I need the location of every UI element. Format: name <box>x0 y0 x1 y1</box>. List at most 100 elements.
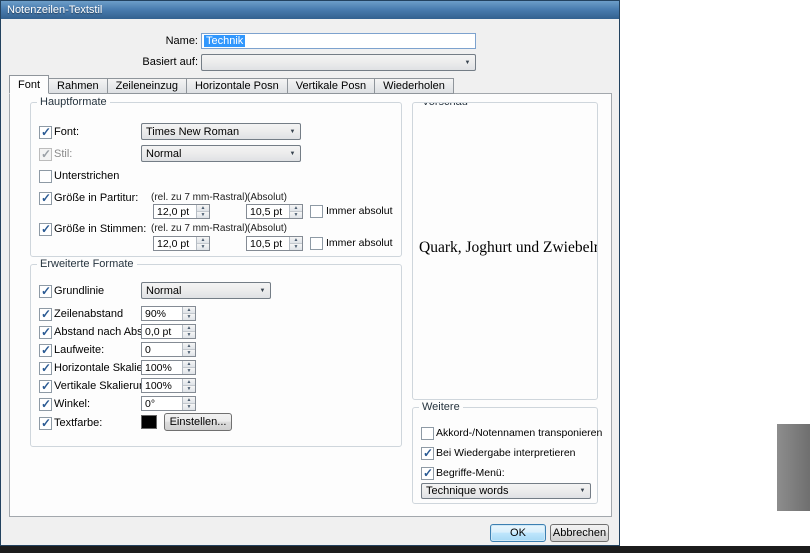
tab-vertikale-posn[interactable]: Vertikale Posn <box>286 78 376 94</box>
text-color-label[interactable]: Textfarbe: <box>54 417 102 430</box>
spinner-down-button[interactable]: ▼ <box>183 314 195 320</box>
tab-zeileneinzug[interactable]: Zeileneinzug <box>106 78 187 94</box>
spinner-up-button[interactable]: ▲ <box>183 379 195 386</box>
horizontal-scale-spinner[interactable]: 100% ▲ ▼ <box>141 360 196 375</box>
tab-rahmen[interactable]: Rahmen <box>48 78 108 94</box>
spinner-up-button[interactable]: ▲ <box>183 343 195 350</box>
word-menu-dropdown[interactable]: Technique words ▼ <box>421 483 591 499</box>
line-spacing-label[interactable]: Zeilenabstand <box>54 308 123 321</box>
score-size-rel-hint: (rel. zu 7 mm-Rastral) <box>151 192 248 203</box>
group-weitere: Weitere Akkord-/Notennamen transponieren… <box>412 401 602 504</box>
name-input-value: Technik <box>204 35 246 47</box>
tracking-spinner[interactable]: 0 ▲ ▼ <box>141 342 196 357</box>
transpose-names-label[interactable]: Akkord-/Notennamen transponieren <box>436 427 602 440</box>
space-after-spinner[interactable]: 0,0 pt ▲ ▼ <box>141 324 196 339</box>
group-erweiterte-formate: Erweiterte Formate Grundlinie Normal ▼ Z… <box>30 258 402 447</box>
group-hauptformate-title: Hauptformate <box>37 96 110 109</box>
spinner-down-button[interactable]: ▼ <box>197 244 209 250</box>
cancel-button[interactable]: Abbrechen <box>550 524 609 542</box>
chevron-down-icon: ▼ <box>289 128 296 135</box>
spinner-down-button[interactable]: ▼ <box>183 350 195 356</box>
text-color-swatch <box>141 415 157 429</box>
interpret-playback-label[interactable]: Bei Wiedergabe interpretieren <box>436 447 576 460</box>
spinner-up-button[interactable]: ▲ <box>197 205 209 212</box>
set-color-button[interactable]: Einstellen... <box>164 413 232 431</box>
parts-size-label[interactable]: Größe in Stimmen: <box>54 223 146 236</box>
spinner-up-button[interactable]: ▲ <box>290 205 302 212</box>
spinner-up-button[interactable]: ▲ <box>183 307 195 314</box>
baseline-checkbox[interactable] <box>39 284 52 298</box>
chevron-down-icon: ▼ <box>464 59 471 66</box>
spinner-value: 12,0 pt <box>157 238 190 250</box>
dialog-titlebar[interactable]: Notenzeilen-Textstil <box>1 1 619 19</box>
angle-label[interactable]: Winkel: <box>54 398 90 411</box>
spinner-value: 100% <box>145 362 172 374</box>
line-spacing-spinner[interactable]: 90% ▲ ▼ <box>141 306 196 321</box>
underline-label[interactable]: Unterstrichen <box>54 170 119 183</box>
spinner-value: 10,5 pt <box>250 238 283 250</box>
chevron-down-icon: ▼ <box>259 287 266 294</box>
spinner-down-button[interactable]: ▼ <box>290 212 302 218</box>
angle-checkbox[interactable] <box>39 397 52 411</box>
style-label[interactable]: Stil: <box>54 148 72 161</box>
baseline-dropdown[interactable]: Normal ▼ <box>141 282 271 299</box>
spinner-up-button[interactable]: ▲ <box>183 361 195 368</box>
spinner-down-button[interactable]: ▼ <box>290 244 302 250</box>
spinner-down-button[interactable]: ▼ <box>183 404 195 410</box>
name-input[interactable]: Technik <box>201 33 476 49</box>
style-dropdown[interactable]: Normal ▼ <box>141 145 301 162</box>
tracking-checkbox[interactable] <box>39 343 52 357</box>
spinner-up-button[interactable]: ▲ <box>183 397 195 404</box>
tracking-label[interactable]: Laufweite: <box>54 344 104 357</box>
tab-horizontale-posn[interactable]: Horizontale Posn <box>185 78 288 94</box>
score-rel-size-spinner[interactable]: 12,0 pt ▲ ▼ <box>153 204 210 219</box>
word-menu-label[interactable]: Begriffe-Menü: <box>436 467 505 480</box>
spinner-up-button[interactable]: ▲ <box>290 237 302 244</box>
parts-always-absolute-label[interactable]: Immer absolut <box>326 237 393 250</box>
spinner-down-button[interactable]: ▼ <box>197 212 209 218</box>
word-menu-dropdown-value: Technique words <box>426 485 509 497</box>
horizontal-scale-checkbox[interactable] <box>39 361 52 375</box>
spinner-down-button[interactable]: ▼ <box>183 332 195 338</box>
score-size-label[interactable]: Größe in Partitur: <box>54 192 138 205</box>
spinner-value: 100% <box>145 380 172 392</box>
interpret-playback-checkbox[interactable] <box>421 446 434 460</box>
parts-rel-size-spinner[interactable]: 12,0 pt ▲ ▼ <box>153 236 210 251</box>
vertical-scale-spinner[interactable]: 100% ▲ ▼ <box>141 378 196 393</box>
text-color-checkbox[interactable] <box>39 416 52 430</box>
font-label[interactable]: Font: <box>54 126 79 139</box>
line-spacing-checkbox[interactable] <box>39 307 52 321</box>
based-on-dropdown[interactable]: ▼ <box>201 54 476 71</box>
vertical-scale-checkbox[interactable] <box>39 379 52 393</box>
tab-font[interactable]: Font <box>9 75 50 94</box>
parts-always-absolute-checkbox[interactable] <box>310 237 323 250</box>
spinner-up-button[interactable]: ▲ <box>197 237 209 244</box>
spinner-down-button[interactable]: ▼ <box>183 368 195 374</box>
font-dropdown[interactable]: Times New Roman ▼ <box>141 123 301 140</box>
score-size-abs-hint: (Absolut) <box>247 192 288 203</box>
word-menu-checkbox[interactable] <box>421 466 434 480</box>
group-erweiterte-formate-title: Erweiterte Formate <box>37 258 137 271</box>
vertical-scale-label[interactable]: Vertikale Skalierung: <box>54 380 154 393</box>
baseline-label[interactable]: Grundlinie <box>54 285 104 298</box>
tab-wiederholen[interactable]: Wiederholen <box>374 78 454 94</box>
angle-spinner[interactable]: 0° ▲ ▼ <box>141 396 196 411</box>
score-size-checkbox[interactable] <box>39 191 52 205</box>
spinner-value: 10,5 pt <box>250 206 283 218</box>
underline-checkbox[interactable] <box>39 170 52 183</box>
spinner-down-button[interactable]: ▼ <box>183 386 195 392</box>
parts-abs-size-spinner[interactable]: 10,5 pt ▲ ▼ <box>246 236 303 251</box>
style-checkbox[interactable] <box>39 147 52 161</box>
parts-size-checkbox[interactable] <box>39 222 52 236</box>
style-dropdown-value: Normal <box>146 147 182 160</box>
dialog-title: Notenzeilen-Textstil <box>7 4 103 16</box>
score-always-absolute-checkbox[interactable] <box>310 205 323 218</box>
ok-button[interactable]: OK <box>490 524 546 542</box>
score-abs-size-spinner[interactable]: 10,5 pt ▲ ▼ <box>246 204 303 219</box>
font-checkbox[interactable] <box>39 125 52 139</box>
space-after-checkbox[interactable] <box>39 325 52 339</box>
transpose-names-checkbox[interactable] <box>421 427 434 440</box>
spinner-up-button[interactable]: ▲ <box>183 325 195 332</box>
group-vorschau: Vorschau Quark, Joghurt und Zwiebeln <box>412 102 598 400</box>
score-always-absolute-label[interactable]: Immer absolut <box>326 205 393 218</box>
